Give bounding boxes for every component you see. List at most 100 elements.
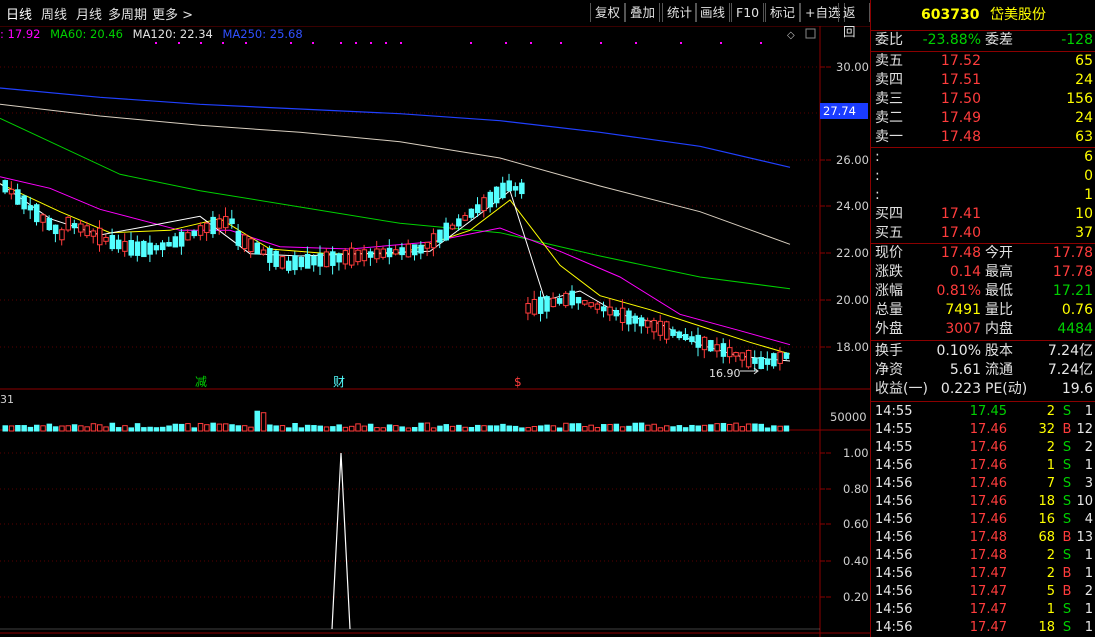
volume-bar [84,426,90,432]
tab-weekly[interactable]: 周线 [41,4,67,23]
volume-bar [367,423,374,432]
volume-bar [657,427,664,432]
volume-bar [374,427,380,432]
candle-body [311,255,317,266]
indicator-axis-label: 0.40 [843,554,869,568]
signal-dot [370,42,372,44]
tick-side: B [1062,566,1072,581]
tick-time: 14:56 [875,458,913,473]
volume-bar [115,427,122,432]
candle-body [682,334,689,340]
volume-bar [330,426,336,432]
signal-dot [560,42,562,44]
tick-time: 14:55 [875,440,913,455]
quote-label: 今开 [985,245,1013,261]
ask-price: 17.49 [940,110,981,126]
draw-line-button[interactable]: 画线 [695,3,731,22]
overlay-button[interactable]: 叠加 [625,3,661,22]
candle-body [393,249,399,255]
volume-bar [147,426,153,432]
signal-dot [760,42,762,44]
candle-body [349,247,355,266]
volume-axis-label: 50000 [830,410,867,424]
tab-multi-period[interactable]: 多周期 [108,4,147,23]
ask-label: 卖三 [875,91,903,107]
candle-body [607,306,613,316]
kline-chart[interactable]: 16.90 减 财 $ ◇ 30.00 26.00 24.00 22.00 20.00 1… [0,26,870,637]
volume-bar [210,422,216,432]
tick-volume: 2 [1046,548,1055,563]
signal-dot [505,42,507,44]
candle-body [569,290,575,306]
signal-dot [530,42,532,44]
collapse-icon[interactable] [805,28,816,39]
signal-dot [155,42,157,44]
period-toolbar: 日线 周线 月线 多周期 更多 > 复权 叠加 统计 画线 F10 标记 +自选… [0,0,870,39]
back-button[interactable]: 返回 [838,3,870,39]
candle-body [538,296,544,314]
candle-body [374,248,380,260]
tick-row: 14:56 17.46 16 S 4 [871,511,1095,529]
candle-body [317,253,323,267]
volume-bar [2,425,8,432]
bid-row: :1 [871,186,1095,205]
tick-price: 17.46 [969,440,1007,455]
fund-value: 19.6 [1061,381,1093,397]
ask-volume: 24 [1075,110,1093,126]
candle-body [97,227,103,246]
tab-daily[interactable]: 日线 [6,4,32,23]
tick-side: S [1062,602,1072,617]
candle-body [506,180,512,192]
volume-bar [638,422,645,432]
price-axis-label: 30.00 [836,60,869,74]
event-mark-dividend[interactable]: $ [514,375,522,389]
ask-volume: 156 [1066,91,1093,107]
ma60-line [0,117,791,290]
candle-body [601,306,607,312]
f10-button[interactable]: F10 [731,3,765,22]
signal-dot [400,42,402,44]
ask-row: 卖五 17.52 65 [871,52,1095,71]
candle-body [323,251,330,268]
tab-more[interactable]: 更多 > [152,4,193,23]
adjust-button[interactable]: 复权 [590,3,626,22]
quote-value: 0.81% [936,283,981,299]
tick-count: 4 [1084,512,1093,527]
volume-bar [90,423,97,432]
ask-price: 17.52 [940,53,981,69]
volume-bar [172,423,179,432]
tick-volume: 18 [1038,620,1055,635]
tick-volume: 16 [1038,512,1055,527]
event-mark-finance[interactable]: 财 [333,375,345,389]
tick-row: 14:56 17.47 5 B 2 [871,583,1095,601]
candle-body [90,230,97,237]
volume-bar [229,424,235,432]
volume-bar [676,425,683,432]
volume-bar [764,427,771,432]
signal-dot [222,42,224,44]
candle-body [172,236,179,248]
tick-row: 14:56 17.47 1 S 1 [871,601,1095,619]
tick-count: 1 [1084,458,1093,473]
candle-body [78,223,84,233]
volume-bar [500,423,506,432]
tick-time: 14:56 [875,620,913,635]
ask-row: 卖四 17.51 24 [871,71,1095,90]
tab-monthly[interactable]: 月线 [76,4,102,23]
candle-body [493,186,500,204]
mark-button[interactable]: 标记 [765,3,801,22]
stats-button[interactable]: 统计 [662,3,698,22]
quote-panel: 603730 岱美股份 委比 -23.88% 委差 -128 卖五 17.52 65… [870,0,1095,637]
tick-price: 17.48 [969,530,1007,545]
event-mark-reduce[interactable]: 减 [195,375,207,389]
candle-body [727,347,733,358]
volume-bar [78,425,84,432]
price-axis-label: 18.00 [836,340,869,354]
candle-body [204,222,210,234]
diamond-icon[interactable]: ◇ [787,30,795,41]
volume-bar [424,422,431,432]
volume-bar [336,424,342,432]
tick-price: 17.47 [969,620,1007,635]
candle-body [764,358,771,365]
volume-bar [708,424,714,432]
